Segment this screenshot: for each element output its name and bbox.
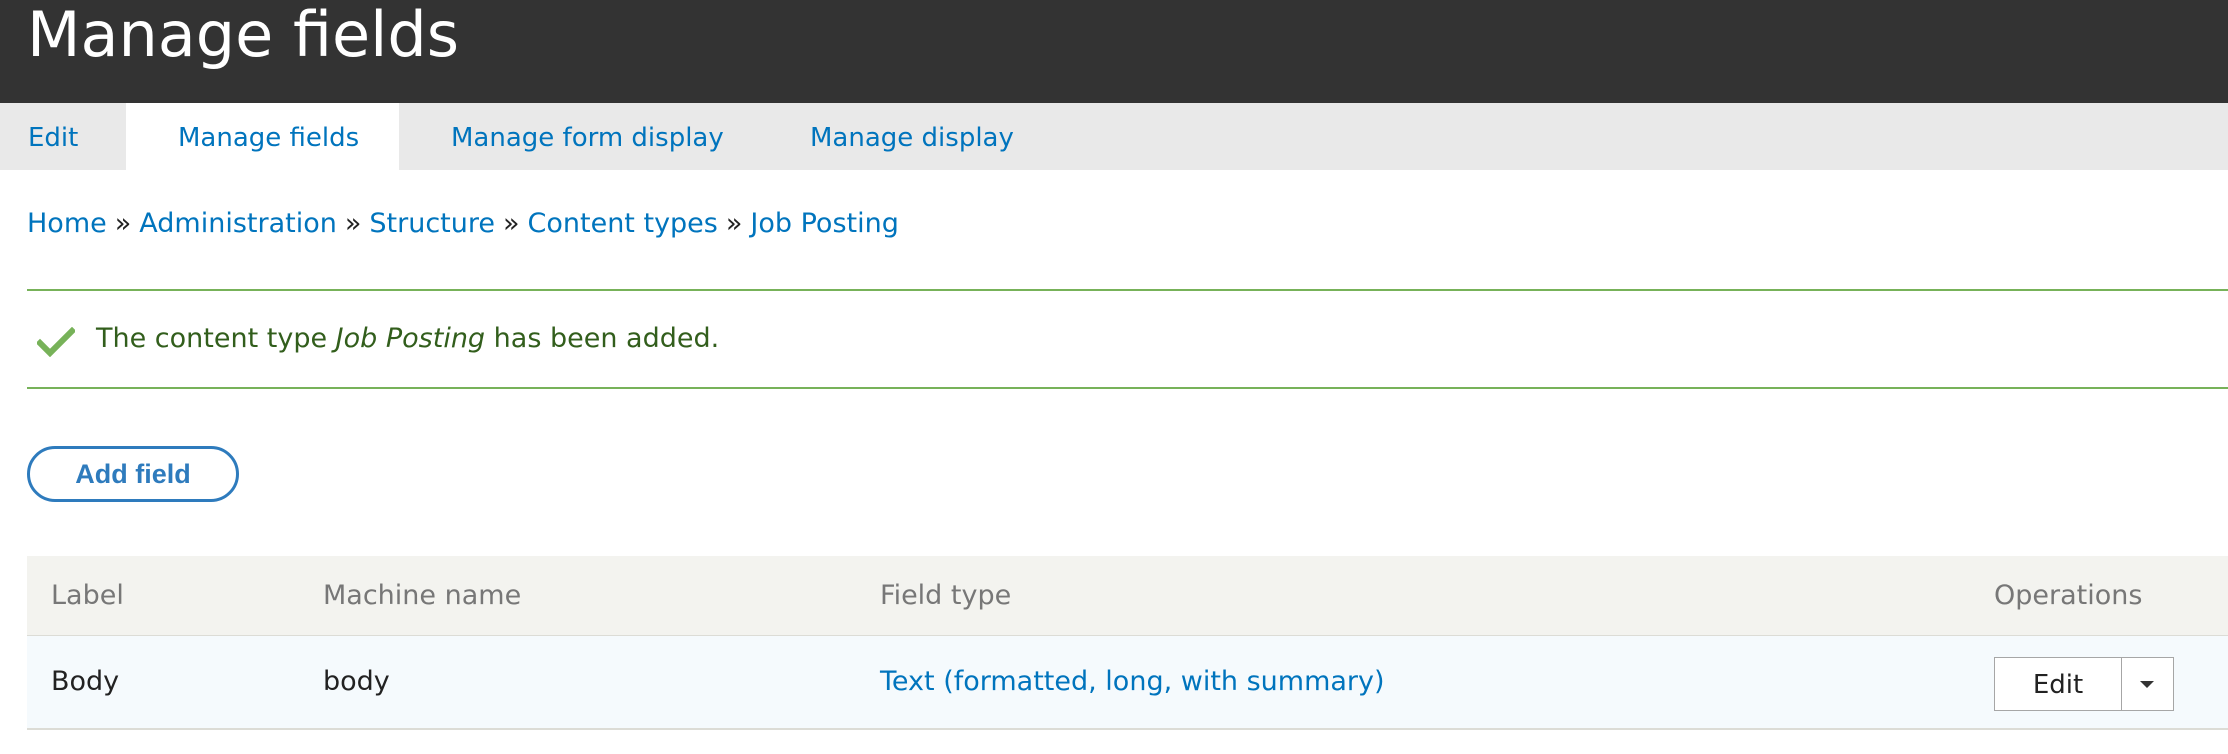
column-header-field-type: Field type (880, 580, 1012, 611)
operations-toggle-button[interactable] (2122, 658, 2173, 710)
chevron-down-icon (2140, 681, 2154, 688)
tab-edit[interactable]: Edit (0, 103, 126, 170)
breadcrumb: Home» Administration» Structure» Content ty… (27, 206, 899, 242)
table-header-row: Label Machine name Field type Operations (27, 556, 2228, 636)
field-machine-name-cell: body (323, 666, 390, 697)
primary-tabs: Edit Manage fields Manage form display M… (0, 103, 2228, 170)
message-content-type-name: Job Posting (335, 323, 486, 354)
status-message-text: The content type Job Posting has been ad… (96, 321, 719, 357)
add-field-button[interactable]: Add field (27, 446, 239, 502)
tab-label: Manage form display (451, 123, 724, 153)
table-row: Body body Text (formatted, long, with su… (27, 636, 2228, 730)
checkmark-icon (37, 327, 75, 357)
edit-field-button[interactable]: Edit (1995, 658, 2122, 710)
breadcrumb-administration[interactable]: Administration (139, 208, 337, 239)
breadcrumb-content-types[interactable]: Content types (528, 208, 718, 239)
column-header-operations: Operations (1994, 580, 2143, 611)
status-message: The content type Job Posting has been ad… (27, 289, 2228, 389)
page-header: Manage fields (0, 0, 2228, 103)
tab-manage-display[interactable]: Manage display (779, 103, 1059, 170)
page-title: Manage fields (27, 0, 460, 71)
breadcrumb-structure[interactable]: Structure (369, 208, 495, 239)
column-header-machine-name: Machine name (323, 580, 522, 611)
breadcrumb-separator: » (344, 208, 362, 239)
breadcrumb-separator: » (725, 208, 743, 239)
tab-label: Edit (28, 123, 79, 153)
column-header-label: Label (51, 580, 124, 611)
tab-label: Manage display (810, 123, 1014, 153)
breadcrumb-job-posting[interactable]: Job Posting (750, 208, 898, 239)
tab-manage-form-display[interactable]: Manage form display (399, 103, 779, 170)
tab-label: Manage fields (178, 123, 360, 153)
breadcrumb-separator: » (114, 208, 132, 239)
breadcrumb-separator: » (502, 208, 520, 239)
field-label-cell: Body (51, 666, 120, 697)
operations-dropbutton: Edit (1994, 657, 2174, 711)
message-prefix: The content type (96, 323, 336, 354)
breadcrumb-home[interactable]: Home (27, 208, 107, 239)
field-type-link[interactable]: Text (formatted, long, with summary) (880, 664, 1385, 700)
tab-manage-fields[interactable]: Manage fields (126, 103, 399, 170)
message-suffix: has been added. (485, 323, 720, 354)
